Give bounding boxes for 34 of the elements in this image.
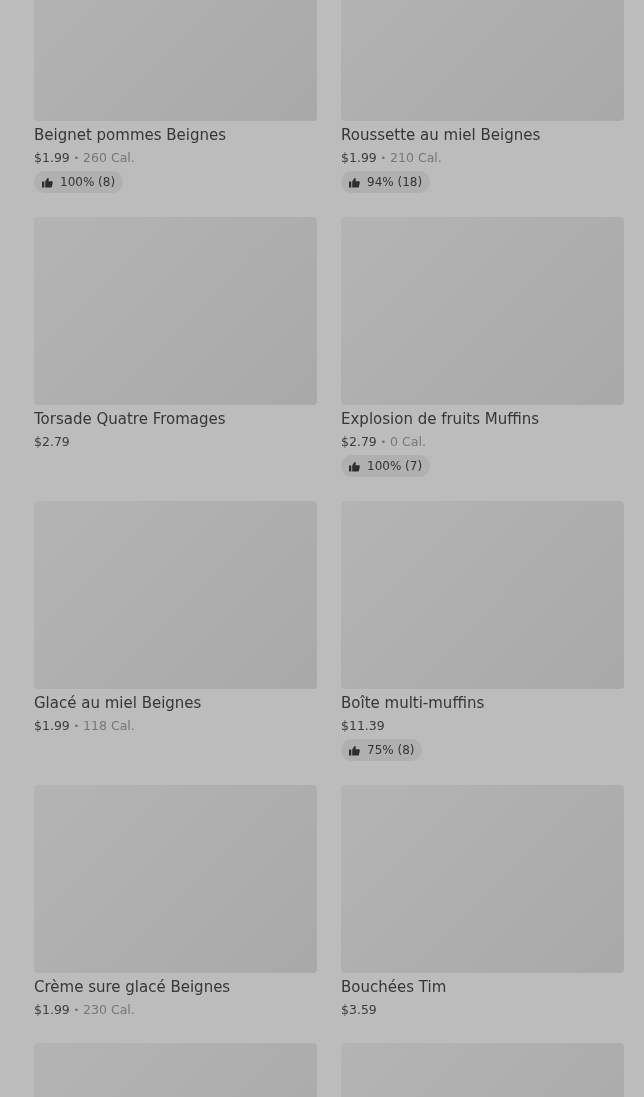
thumbs-up-icon [349,744,360,756]
product-name: Bouchées Tim [341,977,447,997]
rating-text: 100% (7) [367,459,423,473]
calorie-count: 260 Cal. [83,149,135,167]
calorie-count: 0 Cal. [390,433,426,451]
thumbs-up-icon [349,176,360,188]
thumbs-up-icon [42,176,53,188]
thumbs-up-icon [349,460,360,472]
product-price: $1.99 [341,149,377,167]
separator-dot: • [380,436,387,449]
product-name: Boîte multi-muffins [341,693,485,713]
rating-text: 94% (18) [367,175,423,189]
separator-dot: • [73,1004,80,1017]
calorie-count: 230 Cal. [83,1001,135,1019]
product-price: $2.79 [341,433,377,451]
product-price: $1.99 [34,717,70,735]
calorie-count: 118 Cal. [83,717,135,735]
product-name: Roussette au miel Beignes [341,125,541,145]
product-price: $1.99 [34,149,70,167]
rating-text: 100% (8) [60,175,116,189]
product-name: Torsade Quatre Fromages [34,409,226,429]
product-name: Beignet pommes Beignes [34,125,227,145]
product-price: $1.99 [34,1001,70,1019]
separator-dot: • [380,152,387,165]
product-price: $3.59 [341,1001,377,1019]
calorie-count: 210 Cal. [390,149,442,167]
rating-text: 75% (8) [367,743,415,757]
separator-dot: • [73,720,80,733]
product-name: Glacé au miel Beignes [34,693,202,713]
product-name: Explosion de fruits Muffins [341,409,540,429]
separator-dot: • [73,152,80,165]
product-price: $2.79 [34,433,70,451]
product-name: Crème sure glacé Beignes [34,977,231,997]
product-price: $11.39 [341,717,385,735]
